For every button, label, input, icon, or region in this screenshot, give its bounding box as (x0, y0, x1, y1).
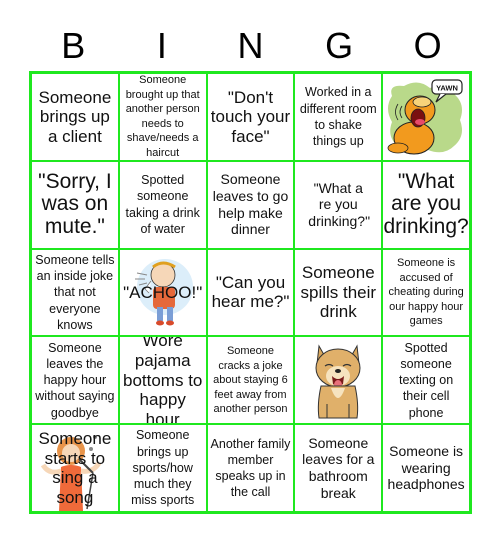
bingo-cell-dog[interactable] (294, 336, 383, 425)
bingo-cell-garfield[interactable]: YAWN (382, 73, 470, 161)
cell-text: Someone cracks a joke about staying 6 fe… (213, 345, 288, 416)
cell-text: Someone starts to sing a song (38, 429, 112, 507)
cell-text: "What are you drinking? (383, 169, 469, 239)
bingo-cell[interactable]: Someone brings up sports/how much they m… (118, 424, 207, 512)
bingo-cell[interactable]: "Can you hear me?" (206, 248, 295, 337)
bingo-cell[interactable]: Someone leaves to go help make dinner (206, 160, 295, 249)
bingo-cell[interactable]: Spotted someone taking a drink of water (118, 160, 207, 249)
bingo-cell-singer[interactable]: Someone starts to sing a song (31, 424, 119, 512)
bingo-cell[interactable]: Someone is wearing headphones (382, 424, 470, 512)
bingo-cell[interactable]: Wore pajama bottoms to happy hour (118, 336, 207, 425)
bingo-cell[interactable]: Someone brings up a client (31, 73, 119, 161)
cell-text: Wore pajama bottoms to happy hour (123, 336, 203, 425)
speech-bubble-text: YAWN (436, 83, 458, 92)
header-letter-i: I (156, 25, 167, 66)
bingo-cell[interactable]: Someone is accused of cheating during ou… (382, 248, 470, 337)
bingo-cell[interactable]: Someone brought up that another person n… (118, 73, 207, 161)
bingo-header: B I N G O (29, 22, 472, 70)
bingo-cell[interactable]: Worked in a different room to shake thin… (294, 73, 383, 161)
cell-text: Spotted someone taking a drink of water (125, 173, 200, 236)
cell-text: Someone leaves to go help make dinner (212, 171, 289, 238)
bingo-cell[interactable]: Spotted someone texting on their cell ph… (382, 336, 470, 425)
cell-text: "Sorry, I was on mute." (38, 169, 112, 239)
cell-text: Someone brought up that another person n… (125, 74, 200, 159)
header-letter-o: O (413, 25, 442, 66)
header-letter-g: G (325, 25, 354, 66)
cell-text: "Can you hear me?" (211, 272, 290, 312)
header-letter-b: B (61, 25, 86, 66)
cell-text: Another family member speaks up in the c… (210, 436, 291, 500)
bingo-cell[interactable]: "Don't touch your face" (206, 73, 295, 161)
bingo-cell[interactable]: "Sorry, I was on mute." (31, 160, 119, 249)
cell-text: Someone spills their drink (300, 263, 377, 322)
bingo-cell[interactable]: Someone spills their drink (294, 248, 383, 337)
bingo-cell-achoo[interactable]: "ACHOO!" (118, 248, 207, 337)
cell-text: Someone is wearing headphones (387, 442, 465, 493)
cell-text: Worked in a different room to shake thin… (299, 85, 377, 149)
bingo-cell[interactable]: Someone leaves for a bathroom break (294, 424, 383, 512)
cell-text: Someone leaves the happy hour without sa… (35, 340, 115, 420)
bingo-grid: Someone brings up a client Someone broug… (29, 71, 472, 514)
header-letter-n: N (237, 25, 264, 66)
cell-text: "What a re you drinking?" (308, 179, 371, 230)
cell-text: Someone is accused of cheating during ou… (388, 257, 464, 328)
cell-text: "ACHOO!" (123, 282, 203, 302)
shiba-dog-image (295, 337, 381, 423)
bingo-cell[interactable]: Another family member speaks up in the c… (206, 424, 295, 512)
bingo-cell[interactable]: "What a re you drinking?" (294, 160, 383, 249)
bingo-cell[interactable]: Someone tells an inside joke that not ev… (31, 248, 119, 337)
garfield-yawn-image: YAWN (383, 74, 469, 160)
cell-text: Someone brings up sports/how much they m… (131, 428, 195, 508)
cell-text: "Don't touch your face" (210, 87, 291, 146)
bingo-cell[interactable]: Someone leaves the happy hour without sa… (31, 336, 119, 425)
cell-text: Someone brings up a client (38, 87, 112, 146)
cell-text: Someone tells an inside joke that not ev… (35, 252, 115, 332)
bingo-cell[interactable]: "What are you drinking? (382, 160, 470, 249)
bingo-cell[interactable]: Someone cracks a joke about staying 6 fe… (206, 336, 295, 425)
cell-text: Someone leaves for a bathroom break (302, 434, 375, 501)
cell-text: Spotted someone texting on their cell ph… (398, 340, 454, 420)
